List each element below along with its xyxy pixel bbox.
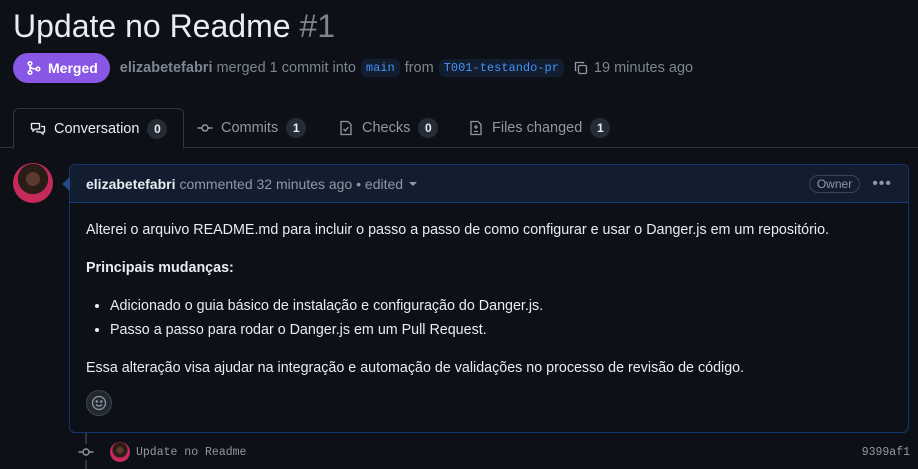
comment-heading: Principais mudanças: bbox=[86, 260, 234, 276]
merged-state-label: Merged bbox=[48, 60, 98, 76]
owner-badge: Owner bbox=[808, 174, 861, 193]
pr-author-link[interactable]: elizabetefabri bbox=[120, 60, 213, 76]
comment-body: Alterei o arquivo README.md para incluir… bbox=[70, 203, 908, 411]
comment-discussion-icon bbox=[30, 121, 46, 137]
tab-label: Commits bbox=[221, 120, 279, 136]
pr-merge-summary: elizabetefabri merged 1 commit into main… bbox=[120, 59, 693, 77]
pr-title: Update no Readme bbox=[13, 8, 291, 44]
tab-label: Checks bbox=[362, 120, 411, 136]
git-merge-icon bbox=[26, 60, 42, 76]
tab-commits[interactable]: Commits 1 bbox=[197, 108, 307, 148]
list-item: Adicionado o guia básico de instalação e… bbox=[110, 295, 892, 317]
pr-tabs: Conversation 0 Commits 1 Checks 0 Files … bbox=[0, 108, 918, 149]
smiley-icon bbox=[91, 395, 107, 411]
tab-checks[interactable]: Checks 0 bbox=[338, 108, 439, 148]
pr-description-comment: elizabetefabri commented 32 minutes ago … bbox=[62, 164, 909, 433]
tab-counter: 0 bbox=[147, 118, 168, 139]
tab-label: Conversation bbox=[54, 120, 140, 137]
head-branch[interactable]: T001-testando-pr bbox=[438, 59, 564, 77]
checklist-icon bbox=[338, 120, 354, 136]
comment-meta[interactable]: commented 32 minutes ago • edited bbox=[179, 176, 403, 192]
pr-title-row: Update no Readme #1 bbox=[13, 6, 335, 46]
tab-conversation[interactable]: Conversation 0 bbox=[13, 108, 185, 149]
author-avatar[interactable] bbox=[13, 163, 53, 203]
tab-counter: 0 bbox=[418, 118, 439, 138]
tab-label: Files changed bbox=[492, 120, 583, 136]
list-item: Passo a passo para rodar o Danger.js em … bbox=[110, 319, 892, 341]
file-diff-icon bbox=[468, 120, 484, 136]
commit-timeline-item: Update no Readme 9399af1 bbox=[78, 441, 910, 463]
merge-time: 19 minutes ago bbox=[593, 60, 694, 76]
tab-counter: 1 bbox=[590, 118, 611, 138]
commit-message-link[interactable]: Update no Readme bbox=[136, 446, 246, 459]
copy-icon[interactable] bbox=[573, 60, 589, 76]
tab-counter: 1 bbox=[286, 118, 307, 138]
commit-sha-link[interactable]: 9399af1 bbox=[862, 446, 910, 459]
add-reaction-button[interactable] bbox=[86, 390, 112, 416]
base-branch[interactable]: main bbox=[360, 59, 400, 77]
pr-number: #1 bbox=[299, 8, 335, 44]
commit-author-avatar[interactable] bbox=[110, 442, 130, 462]
pr-meta-row: Merged elizabetefabri merged 1 commit in… bbox=[13, 53, 693, 83]
git-commit-icon bbox=[197, 120, 213, 136]
kebab-horizontal-icon[interactable]: ••• bbox=[872, 175, 892, 193]
from-text: from bbox=[404, 60, 434, 76]
merged-state-badge: Merged bbox=[13, 53, 110, 83]
chevron-down-icon[interactable] bbox=[409, 181, 418, 186]
comment-header: elizabetefabri commented 32 minutes ago … bbox=[70, 165, 908, 203]
merge-text: merged 1 commit into bbox=[216, 60, 356, 76]
comment-author-link[interactable]: elizabetefabri bbox=[86, 176, 175, 192]
tab-files-changed[interactable]: Files changed 1 bbox=[468, 108, 611, 148]
git-commit-icon bbox=[78, 444, 94, 460]
comment-intro: Alterei o arquivo README.md para incluir… bbox=[86, 222, 829, 238]
comment-outro: Essa alteração visa ajudar na integração… bbox=[86, 360, 745, 376]
changes-list: Adicionado o guia básico de instalação e… bbox=[110, 295, 892, 341]
